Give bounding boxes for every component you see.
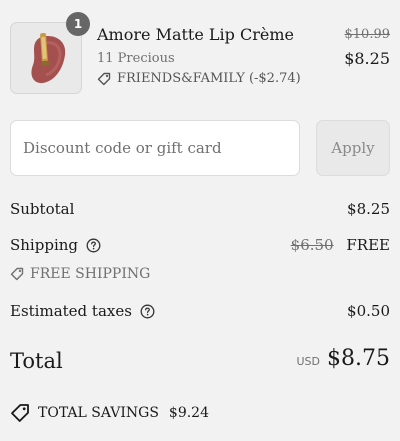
shipping-original-price: $6.50 (290, 236, 334, 254)
apply-button[interactable]: Apply (316, 120, 390, 176)
product-variant: 11 Precious (97, 51, 175, 66)
taxes-label: Estimated taxes (10, 302, 155, 320)
taxes-value: $0.50 (347, 302, 390, 320)
discount-code-input[interactable] (10, 120, 300, 176)
lip-cream-product-icon (31, 32, 66, 84)
total-savings: TOTAL SAVINGS $9.24 (10, 403, 209, 423)
tag-icon (11, 404, 29, 422)
tag-icon (10, 267, 24, 281)
subtotal-text: Subtotal (10, 200, 75, 218)
free-shipping-text: FREE SHIPPING (30, 266, 151, 282)
free-shipping-note: FREE SHIPPING (10, 266, 150, 282)
taxes-text: Estimated taxes (10, 302, 132, 320)
product-discount: FRIENDS&FAMILY (-$2.74) (97, 71, 301, 86)
shipping-help-icon[interactable] (86, 238, 101, 253)
original-price: $10.99 (344, 27, 391, 42)
subtotal-label: Subtotal (10, 200, 74, 218)
shipping-label: Shipping (10, 236, 101, 254)
currency-code: USD (296, 355, 321, 368)
taxes-help-icon[interactable] (140, 304, 155, 319)
subtotal-value: $8.25 (347, 200, 390, 218)
total-amount: $8.75 (327, 346, 390, 371)
shipping-value: $6.50 FREE (291, 236, 390, 254)
shipping-text: Shipping (10, 236, 78, 254)
total-value: USD $8.75 (297, 346, 391, 371)
total-label: Total (10, 349, 63, 373)
product-name: Amore Matte Lip Crème (97, 25, 294, 44)
shipping-free: FREE (346, 236, 390, 254)
savings-label: TOTAL SAVINGS (38, 405, 159, 421)
discount-code-label: FRIENDS&FAMILY (-$2.74) (117, 71, 301, 86)
item-price: $8.25 (344, 49, 390, 68)
line-item: 1 Amore Matte Lip Crème 11 Precious FRIE… (10, 12, 391, 94)
savings-amount: $9.24 (168, 405, 210, 421)
quantity-badge: 1 (66, 12, 90, 36)
tag-icon (97, 72, 111, 85)
